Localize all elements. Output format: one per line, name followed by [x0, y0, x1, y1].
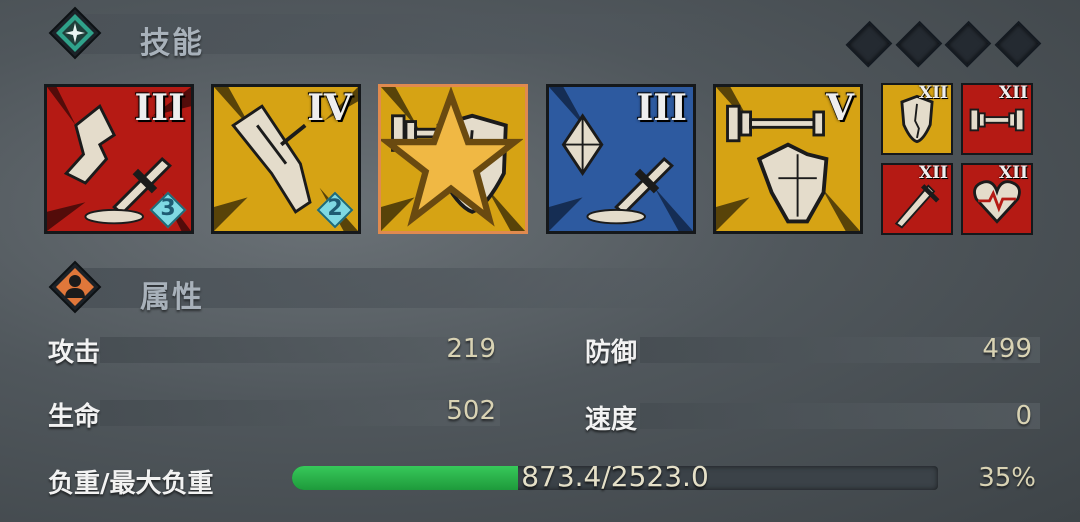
small-skill-4[interactable]: XII: [961, 163, 1033, 235]
slot-diamond-icon: [944, 20, 991, 68]
speed-label: 速度: [585, 405, 638, 435]
skill-tier: IV: [307, 87, 352, 129]
attack-label: 攻击: [48, 338, 101, 368]
skill-tier: V: [826, 87, 854, 129]
defense-label: 防御: [585, 338, 638, 368]
life-value: 502: [446, 396, 496, 426]
attack-value: 219: [446, 334, 496, 364]
weight-label: 负重/最大负重: [48, 469, 214, 499]
life-label: 生命: [48, 402, 101, 432]
skill-slot-4[interactable]: III: [546, 84, 696, 234]
skill-slot-3[interactable]: [378, 84, 528, 234]
skill-tier: III: [134, 87, 185, 129]
small-skill-3[interactable]: XII: [881, 163, 953, 235]
small-skill-2[interactable]: XII: [961, 83, 1033, 155]
skill-slot-2[interactable]: IV 2: [211, 84, 361, 234]
gem-badge: 2: [316, 191, 354, 229]
slot-diamond-icon: [994, 20, 1041, 68]
attributes-header: 属性: [48, 260, 724, 315]
weight-percent: 35%: [978, 463, 1036, 493]
skill-tier: XII: [918, 83, 948, 103]
skill-tier: XII: [998, 163, 1028, 183]
skills-emblem-icon: [48, 6, 102, 60]
gem-count: 3: [160, 196, 176, 221]
skills-title: 技能: [140, 26, 204, 61]
skills-header: 技能: [48, 6, 724, 61]
slot-diamond-icon: [895, 20, 942, 68]
speed-value: 0: [1015, 401, 1032, 431]
small-skill-1[interactable]: XII: [881, 83, 953, 155]
attributes-title: 属性: [140, 280, 204, 315]
weight-value: 873.4/2523.0: [521, 460, 709, 493]
skill-tier: III: [636, 87, 687, 129]
star-icon: [381, 87, 523, 227]
skill-slot-1[interactable]: III 3: [44, 84, 194, 234]
defense-value: 499: [982, 334, 1032, 364]
slot-diamond-icon: [845, 20, 892, 68]
skill-tier: XII: [998, 83, 1028, 103]
skill-tier: XII: [918, 163, 948, 183]
gem-count: 2: [327, 196, 343, 221]
gem-badge: 3: [149, 191, 187, 229]
skill-slot-5[interactable]: V: [713, 84, 863, 234]
slot-indicators: [845, 20, 1041, 68]
person-emblem-icon: [48, 260, 102, 314]
